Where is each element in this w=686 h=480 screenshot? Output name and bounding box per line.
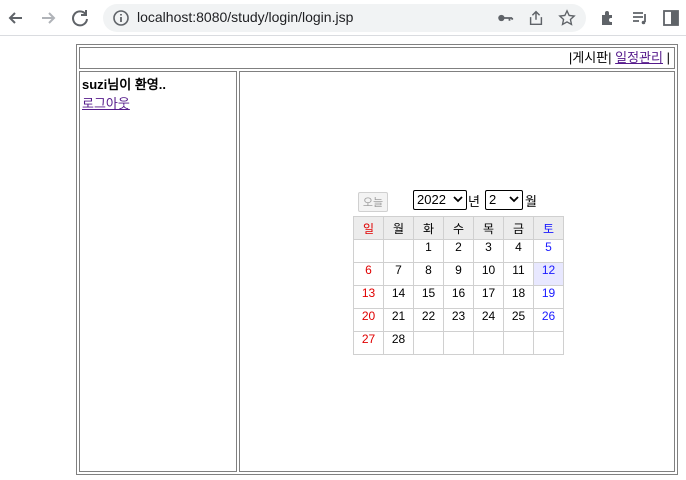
calendar-day[interactable]: 4 [503,239,534,263]
year-select[interactable]: 2022 [413,190,467,210]
calendar-day[interactable]: 24 [473,308,504,332]
calendar-empty-cell [383,239,414,263]
browser-toolbar: localhost:8080/study/login/login.jsp [0,0,686,36]
calendar-empty-cell [503,331,534,355]
back-button[interactable] [4,6,28,30]
month-value: 2 [489,192,497,207]
calendar-day[interactable]: 1 [413,239,444,263]
side-panel-button[interactable] [659,6,683,30]
today-button[interactable]: 오늘 [358,192,388,212]
calendar-week-row: 6 7 8 9 10 11 12 [353,262,564,286]
chevron-down-icon [453,196,463,203]
forward-button[interactable] [36,6,60,30]
weekday-header: 토 [533,216,564,240]
nav-separator: | [608,50,612,65]
weekday-header: 목 [473,216,504,240]
calendar-day[interactable]: 20 [353,308,384,332]
sidebar: suzi님이 환영.. 로그아웃 [79,71,237,472]
side-panel-icon [663,10,679,26]
star-icon[interactable] [558,9,576,27]
calendar-day[interactable]: 13 [353,285,384,309]
calendar-day[interactable]: 12 [533,262,564,286]
calendar-day[interactable]: 22 [413,308,444,332]
calendar-empty-cell [413,331,444,355]
layout-table: |게시판| 일정관리 | suzi님이 환영.. 로그아웃 오늘 2022 년 … [76,44,678,475]
calendar-empty-cell [353,239,384,263]
reload-button[interactable] [68,6,92,30]
weekday-header: 일 [353,216,384,240]
welcome-text: suzi님이 환영.. [82,77,166,92]
playlist-icon [633,12,646,25]
calendar-week-row: 12345 [353,239,564,263]
weekday-header: 수 [443,216,474,240]
top-nav: |게시판| 일정관리 | [79,47,675,69]
arrow-left-icon [8,12,22,24]
key-icon[interactable] [496,9,514,27]
extensions-button[interactable] [596,6,620,30]
reading-list-button[interactable] [628,6,652,30]
year-value: 2022 [417,192,446,207]
nav-separator: | [666,50,670,65]
calendar-day[interactable]: 21 [383,308,414,332]
calendar-day[interactable]: 15 [413,285,444,309]
calendar: 오늘 2022 년 2 월 일월화수목금토 1 2 3 4 5 6 7 8 9 … [353,190,564,355]
calendar-week-row: 27 28 [353,331,564,355]
puzzle-icon [602,11,612,25]
calendar-empty-cell [443,331,474,355]
calendar-day[interactable]: 3 [473,239,504,263]
calendar-day[interactable]: 2 [443,239,474,263]
calendar-grid: 일월화수목금토 1 2 3 4 5 6 7 8 9 10 11 12 13 14 15 16 17 18 19 20 2… [353,216,564,355]
calendar-day[interactable]: 5 [533,239,564,263]
calendar-day[interactable]: 28 [383,331,414,355]
calendar-day[interactable]: 9 [443,262,474,286]
reload-icon [72,10,88,27]
calendar-header: 오늘 2022 년 2 월 [353,190,564,216]
logout-link[interactable]: 로그아웃 [82,96,130,111]
page-content: |게시판| 일정관리 | suzi님이 환영.. 로그아웃 오늘 2022 년 … [0,37,686,480]
calendar-day[interactable]: 8 [413,262,444,286]
nav-board-link[interactable]: 게시판 [572,50,608,65]
weekday-header: 화 [413,216,444,240]
year-unit: 년 [468,194,480,209]
address-bar[interactable]: localhost:8080/study/login/login.jsp [103,4,586,32]
month-select[interactable]: 2 [485,190,523,210]
calendar-day[interactable]: 26 [533,308,564,332]
calendar-day[interactable]: 18 [503,285,534,309]
info-icon[interactable] [111,8,131,28]
calendar-day[interactable]: 7 [383,262,414,286]
calendar-day[interactable]: 6 [353,262,384,286]
calendar-day[interactable]: 11 [503,262,534,286]
calendar-day[interactable]: 16 [443,285,474,309]
calendar-day[interactable]: 27 [353,331,384,355]
month-unit: 월 [525,194,537,209]
calendar-empty-cell [533,331,564,355]
chevron-down-icon [509,196,519,203]
calendar-day[interactable]: 14 [383,285,414,309]
weekday-header: 월 [383,216,414,240]
main-area: 오늘 2022 년 2 월 일월화수목금토 1 2 3 4 5 6 7 8 9 … [239,71,675,472]
calendar-day[interactable]: 10 [473,262,504,286]
nav-schedule-link[interactable]: 일정관리 [615,50,663,65]
calendar-week-row: 20 21 22 23 24 25 26 [353,308,564,332]
calendar-day[interactable]: 17 [473,285,504,309]
weekday-header-row: 일월화수목금토 [353,216,564,240]
calendar-day[interactable]: 25 [503,308,534,332]
calendar-week-row: 13 14 15 16 17 18 19 [353,285,564,309]
weekday-header: 금 [503,216,534,240]
arrow-right-icon [42,12,56,24]
share-icon[interactable] [527,9,545,27]
calendar-day[interactable]: 23 [443,308,474,332]
calendar-empty-cell [473,331,504,355]
url-text[interactable]: localhost:8080/study/login/login.jsp [137,9,353,25]
calendar-day[interactable]: 19 [533,285,564,309]
